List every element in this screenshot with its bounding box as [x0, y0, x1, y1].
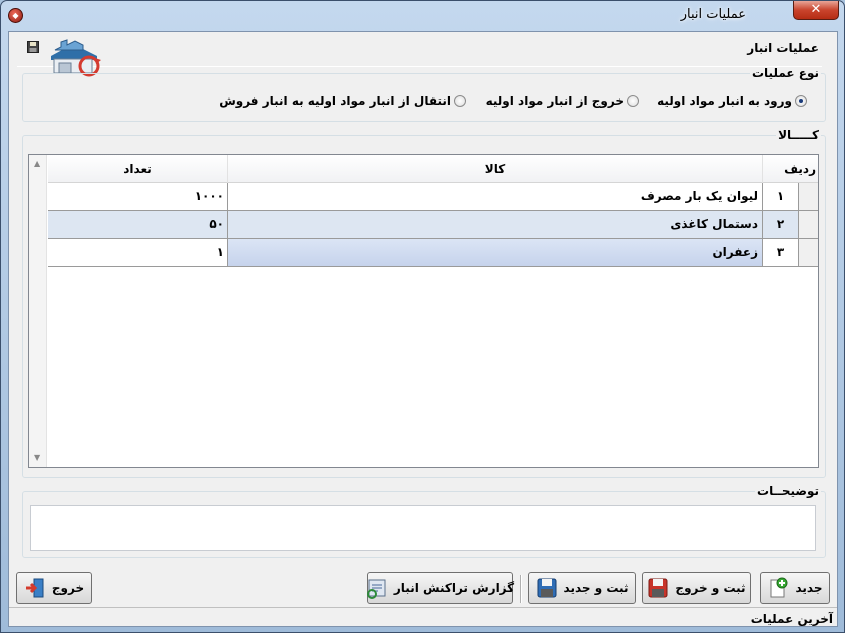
- save-red-icon: [648, 578, 668, 598]
- scroll-down-icon[interactable]: ▼: [34, 453, 40, 462]
- toolbar-separator: [520, 575, 522, 603]
- page-title: عملیات انبار: [747, 41, 819, 55]
- status-text: آخرین عملیات: [750, 612, 833, 626]
- exit-icon: [25, 578, 44, 598]
- column-header-item[interactable]: کالا: [228, 155, 763, 183]
- save-new-button-label: ثبت و جدید: [563, 581, 629, 595]
- vertical-scrollbar[interactable]: ▲ ▼: [29, 155, 47, 467]
- new-button[interactable]: جدید: [760, 572, 830, 604]
- goods-legend: کـــــالا: [778, 128, 819, 142]
- row-selector[interactable]: [799, 239, 818, 266]
- operation-type-legend: نوع عملیات: [751, 66, 819, 80]
- floppy-icon: [27, 41, 39, 53]
- description-input[interactable]: [30, 505, 816, 551]
- header: عملیات انبار: [9, 32, 837, 67]
- cell-qty[interactable]: ۱۰۰۰: [48, 183, 228, 210]
- exit-button[interactable]: خروج: [16, 572, 92, 604]
- cell-qty[interactable]: ۱: [48, 239, 228, 266]
- cell-row-number: ۲: [763, 211, 799, 238]
- table-row[interactable]: ۱۰۰۰ لیوان یک بار مصرف ۱: [48, 183, 818, 211]
- save-exit-button-label: ثبت و خروج: [675, 581, 746, 595]
- save-new-button[interactable]: ثبت و جدید: [528, 572, 636, 604]
- save-exit-button[interactable]: ثبت و خروج: [642, 572, 751, 604]
- description-legend: توضیحــات: [757, 484, 819, 498]
- radio-transfer-sales-label: انتقال از انبار مواد اولیه به انبار فروش: [219, 94, 451, 108]
- cell-row-number: ۱: [763, 183, 799, 210]
- table-row[interactable]: ۱ زعفران ۳: [48, 239, 818, 267]
- cell-item[interactable]: دستمال کاغذی: [228, 211, 763, 238]
- window-title: عملیات انبار: [680, 7, 746, 22]
- radio-button-unchecked[interactable]: [454, 95, 466, 107]
- radio-exit-raw-label: خروج از انبار مواد اولیه: [485, 94, 624, 108]
- warehouse-report-button-label: گزارش تراکنش انبار: [393, 581, 515, 595]
- radio-exit-raw[interactable]: خروج از انبار مواد اولیه: [486, 94, 639, 108]
- cell-qty[interactable]: ۵۰: [48, 211, 228, 238]
- exit-button-label: خروج: [51, 581, 85, 595]
- new-button-label: جدید: [795, 581, 823, 595]
- scroll-up-icon[interactable]: ▲: [34, 159, 40, 168]
- column-header-qty[interactable]: تعداد: [48, 155, 228, 183]
- cell-item[interactable]: لیوان یک بار مصرف: [228, 183, 763, 210]
- radio-entry-raw-label: ورود به انبار مواد اولیه: [657, 94, 792, 108]
- radio-entry-raw[interactable]: ورود به انبار مواد اولیه: [657, 94, 807, 108]
- column-header-row[interactable]: ردیف: [763, 155, 818, 183]
- radio-transfer-sales[interactable]: انتقال از انبار مواد اولیه به انبار فروش: [219, 94, 466, 108]
- new-doc-icon: [770, 577, 788, 598]
- warehouse-report-button[interactable]: گزارش تراکنش انبار: [366, 572, 515, 604]
- grid-header: تعداد کالا ردیف: [48, 155, 818, 183]
- system-menu-icon[interactable]: ◆: [8, 8, 23, 23]
- row-selector[interactable]: [799, 211, 818, 238]
- app-window: ◆ عملیات انبار ✕ عملیات انبار نوع عملیات: [0, 0, 845, 633]
- goods-grid[interactable]: ▲ ▼ تعداد کالا ردیف ۱۰۰۰ لیوان یک بار مص…: [28, 154, 819, 468]
- save-blue-icon: [537, 578, 557, 598]
- report-icon: [366, 579, 386, 599]
- row-selector[interactable]: [799, 183, 818, 210]
- cell-row-number: ۳: [763, 239, 799, 266]
- radio-button-checked[interactable]: [795, 95, 807, 107]
- client-area: عملیات انبار نوع عملیات ورود به انبار مو…: [8, 31, 838, 627]
- radio-button-unchecked[interactable]: [627, 95, 639, 107]
- close-button[interactable]: ✕: [793, 1, 839, 20]
- status-bar: آخرین عملیات: [9, 607, 837, 627]
- cell-item-active[interactable]: زعفران: [228, 239, 763, 266]
- title-bar[interactable]: ◆ عملیات انبار ✕: [1, 1, 844, 31]
- table-row[interactable]: ۵۰ دستمال کاغذی ۲: [48, 211, 818, 239]
